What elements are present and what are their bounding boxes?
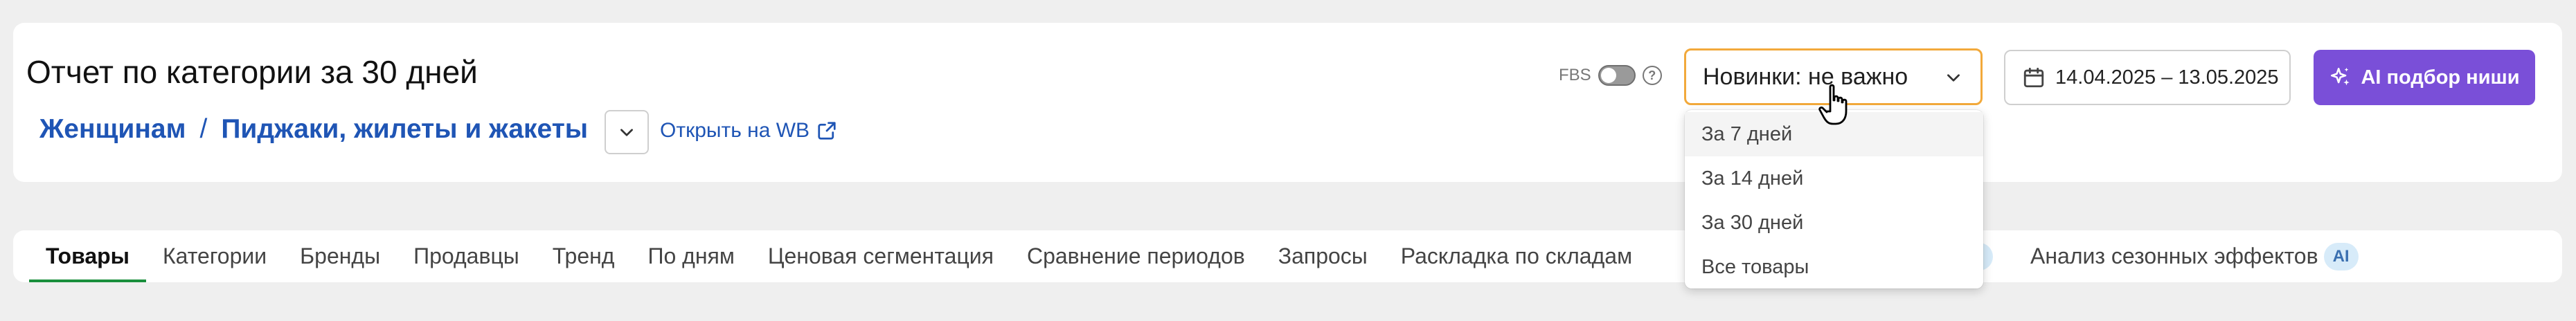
ai-niche-button[interactable]: AI подбор ниши	[2314, 50, 2535, 105]
tab-seasonal-label: Анализ сезонных эффектов	[2030, 244, 2318, 268]
fbs-toggle-group: FBS ?	[1559, 65, 1662, 86]
breadcrumb: Женщинам / Пиджаки, жилеты и жакеты	[39, 114, 588, 145]
chevron-down-icon	[620, 129, 633, 136]
open-on-wb-link[interactable]: Открыть на WB	[660, 119, 837, 143]
tab-period-comparison[interactable]: Сравнение периодов	[1027, 230, 1245, 282]
page-title: Отчет по категории за 30 дней	[26, 54, 478, 90]
novelty-select-value: Новинки: не важно	[1703, 63, 1908, 90]
date-range-picker[interactable]: 14.04.2025 – 13.05.2025	[2004, 50, 2291, 105]
breadcrumb-separator: /	[199, 114, 208, 144]
calendar-icon	[2023, 67, 2044, 88]
tab-categories[interactable]: Категории	[163, 230, 267, 282]
ai-niche-button-label: AI подбор ниши	[2361, 66, 2520, 89]
open-on-wb-label: Открыть на WB	[660, 119, 810, 142]
tab-bar: Товары Категории Бренды Продавцы Тренд П…	[29, 230, 1665, 282]
tab-queries[interactable]: Запросы	[1278, 230, 1368, 282]
tab-sellers[interactable]: Продавцы	[413, 230, 519, 282]
external-link-icon	[818, 122, 836, 140]
tab-warehouse-distribution[interactable]: Раскладка по складам	[1401, 230, 1632, 282]
chevron-down-icon	[1947, 74, 1960, 82]
menu-item-14-days[interactable]: За 14 дней	[1685, 156, 1983, 201]
breadcrumb-item-women[interactable]: Женщинам	[39, 114, 186, 145]
hand-cursor-icon	[1818, 84, 1848, 125]
ai-badge: AI	[2323, 242, 2359, 270]
date-range-value: 14.04.2025 – 13.05.2025	[2055, 66, 2279, 89]
sparkle-icon	[2331, 67, 2350, 86]
fbs-label: FBS	[1559, 66, 1591, 84]
tab-seasonal-effects[interactable]: Анализ сезонных эффектов AI	[2030, 230, 2359, 282]
novelty-dropdown-menu: За 7 дней За 14 дней За 30 дней Все това…	[1685, 110, 1983, 288]
tab-products[interactable]: Товары	[29, 230, 146, 282]
fbs-toggle[interactable]	[1598, 65, 1636, 86]
tab-trend[interactable]: Тренд	[553, 230, 615, 282]
help-icon[interactable]: ?	[1642, 66, 1662, 85]
menu-item-all-products[interactable]: Все товары	[1685, 245, 1983, 289]
breadcrumb-item-category[interactable]: Пиджаки, жилеты и жакеты	[221, 114, 588, 145]
category-dropdown-button[interactable]	[605, 110, 649, 154]
toggle-knob	[1600, 68, 1616, 83]
tab-by-days[interactable]: По дням	[647, 230, 734, 282]
tab-price-segmentation[interactable]: Ценовая сегментация	[768, 230, 994, 282]
tab-brands[interactable]: Бренды	[300, 230, 380, 282]
menu-item-30-days[interactable]: За 30 дней	[1685, 201, 1983, 245]
